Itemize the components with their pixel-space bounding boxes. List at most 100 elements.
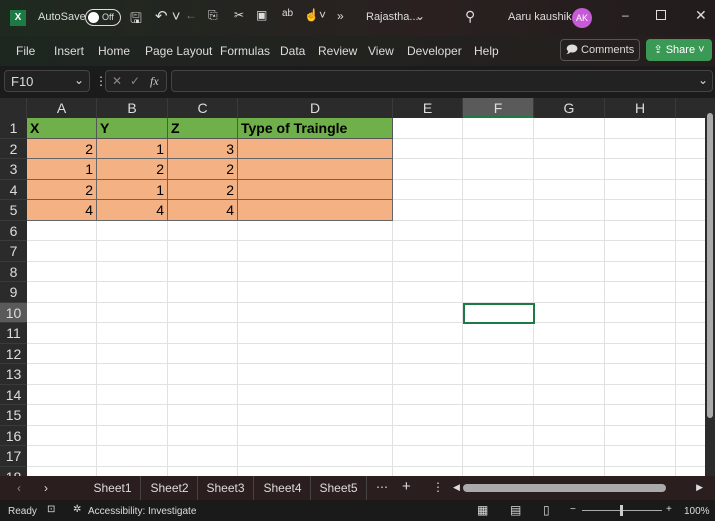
sheet-tab-sheet3[interactable]: Sheet3 bbox=[198, 476, 254, 500]
cell[interactable] bbox=[27, 343, 97, 364]
picture-icon[interactable]: ▣ bbox=[256, 8, 267, 22]
sheet-tab-sheet1[interactable]: Sheet1 bbox=[85, 476, 141, 500]
cell[interactable] bbox=[97, 261, 168, 282]
cell[interactable] bbox=[168, 364, 238, 385]
cell[interactable] bbox=[27, 302, 97, 323]
table-header-cell[interactable]: Z bbox=[168, 118, 238, 139]
cell[interactable] bbox=[393, 364, 463, 385]
cell[interactable] bbox=[238, 241, 393, 262]
expand-icon[interactable]: ⌄ bbox=[698, 73, 708, 87]
table-data-cell[interactable]: 1 bbox=[97, 138, 168, 159]
cell[interactable] bbox=[534, 118, 605, 139]
cell[interactable] bbox=[393, 282, 463, 303]
cell[interactable] bbox=[393, 118, 463, 139]
cell[interactable] bbox=[27, 282, 97, 303]
cell[interactable] bbox=[605, 261, 676, 282]
cell[interactable] bbox=[168, 282, 238, 303]
cell[interactable] bbox=[605, 179, 676, 200]
cell[interactable] bbox=[393, 343, 463, 364]
close-icon[interactable]: ✕ bbox=[695, 7, 707, 24]
table-data-cell[interactable]: 4 bbox=[27, 200, 97, 221]
cell[interactable] bbox=[393, 159, 463, 180]
table-data-cell[interactable]: 3 bbox=[168, 138, 238, 159]
cell[interactable] bbox=[97, 446, 168, 467]
cell[interactable] bbox=[463, 425, 534, 446]
cell[interactable] bbox=[605, 118, 676, 139]
column-header-B[interactable]: B bbox=[97, 98, 168, 118]
table-data-cell[interactable] bbox=[238, 138, 393, 159]
cell[interactable] bbox=[676, 446, 705, 467]
cell[interactable] bbox=[534, 343, 605, 364]
page-break-view-icon[interactable]: ▯ bbox=[543, 503, 550, 517]
table-header-cell[interactable]: Type of Traingle bbox=[238, 118, 393, 139]
search-icon[interactable]: ⚲ bbox=[465, 8, 475, 25]
table-header-cell[interactable]: X bbox=[27, 118, 97, 139]
cell[interactable] bbox=[393, 425, 463, 446]
column-header-C[interactable]: C bbox=[168, 98, 238, 118]
cancel-icon[interactable]: ✕ bbox=[112, 74, 122, 88]
cell[interactable] bbox=[463, 384, 534, 405]
cell[interactable] bbox=[168, 261, 238, 282]
table-data-cell[interactable]: 4 bbox=[97, 200, 168, 221]
copy-icon[interactable]: ⎘ bbox=[208, 8, 218, 23]
cell[interactable] bbox=[238, 466, 393, 476]
cell[interactable] bbox=[534, 241, 605, 262]
next-sheet-icon[interactable]: › bbox=[44, 481, 48, 495]
row-header-15[interactable]: 15 bbox=[0, 405, 27, 426]
cell[interactable] bbox=[534, 179, 605, 200]
cell[interactable] bbox=[534, 282, 605, 303]
cell[interactable] bbox=[676, 241, 705, 262]
macro-icon[interactable]: ⊡ bbox=[47, 504, 55, 515]
cell[interactable] bbox=[605, 220, 676, 241]
cell[interactable] bbox=[238, 302, 393, 323]
filename[interactable]: Rajastha... bbox=[366, 11, 419, 23]
cell[interactable] bbox=[393, 200, 463, 221]
cell[interactable] bbox=[605, 302, 676, 323]
zoom-level[interactable]: 100% bbox=[684, 506, 710, 517]
cell[interactable] bbox=[238, 364, 393, 385]
options-icon[interactable]: ⋮ bbox=[432, 480, 444, 494]
cell[interactable] bbox=[605, 200, 676, 221]
column-header-E[interactable]: E bbox=[393, 98, 463, 118]
cell[interactable] bbox=[605, 466, 676, 476]
tab-developer[interactable]: Developer bbox=[407, 44, 462, 58]
cell[interactable] bbox=[238, 323, 393, 344]
sheet-tab-sheet2[interactable]: Sheet2 bbox=[142, 476, 198, 500]
touch-icon[interactable]: ☝˅ bbox=[304, 8, 326, 22]
row-header-3[interactable]: 3 bbox=[0, 159, 27, 180]
cell[interactable] bbox=[463, 405, 534, 426]
cell[interactable] bbox=[97, 302, 168, 323]
tab-formulas[interactable]: Formulas bbox=[220, 44, 270, 58]
table-data-cell[interactable] bbox=[238, 159, 393, 180]
tab-file[interactable]: File bbox=[16, 44, 35, 58]
cell[interactable] bbox=[168, 343, 238, 364]
cell[interactable] bbox=[27, 261, 97, 282]
cell[interactable] bbox=[534, 261, 605, 282]
row-header-6[interactable]: 6 bbox=[0, 220, 27, 241]
cell[interactable] bbox=[168, 405, 238, 426]
cell[interactable] bbox=[168, 425, 238, 446]
zoom-in-icon[interactable]: + bbox=[666, 504, 672, 515]
sheet-tab-sheet4[interactable]: Sheet4 bbox=[255, 476, 311, 500]
row-header-14[interactable]: 14 bbox=[0, 384, 27, 405]
table-data-cell[interactable]: 2 bbox=[168, 179, 238, 200]
row-header-17[interactable]: 17 bbox=[0, 446, 27, 467]
tab-page-layout[interactable]: Page Layout bbox=[145, 44, 212, 58]
cell[interactable] bbox=[97, 323, 168, 344]
cell[interactable] bbox=[534, 405, 605, 426]
prev-sheet-icon[interactable]: ‹ bbox=[17, 481, 21, 495]
row-header-5[interactable]: 5 bbox=[0, 200, 27, 221]
cell[interactable] bbox=[605, 241, 676, 262]
avatar[interactable]: AK bbox=[572, 8, 592, 28]
cell[interactable] bbox=[676, 426, 705, 446]
cell[interactable] bbox=[463, 261, 534, 282]
sheet-tab-sheet5[interactable]: Sheet5 bbox=[311, 476, 367, 500]
cell[interactable] bbox=[463, 200, 534, 221]
row-header-10[interactable]: 10 bbox=[0, 302, 27, 323]
zoom-out-icon[interactable]: − bbox=[570, 504, 576, 515]
cell[interactable] bbox=[168, 302, 238, 323]
spelling-icon[interactable]: ab bbox=[282, 8, 293, 19]
cell[interactable] bbox=[676, 323, 705, 344]
page-layout-view-icon[interactable]: ▤ bbox=[510, 503, 521, 517]
cell[interactable] bbox=[605, 282, 676, 303]
